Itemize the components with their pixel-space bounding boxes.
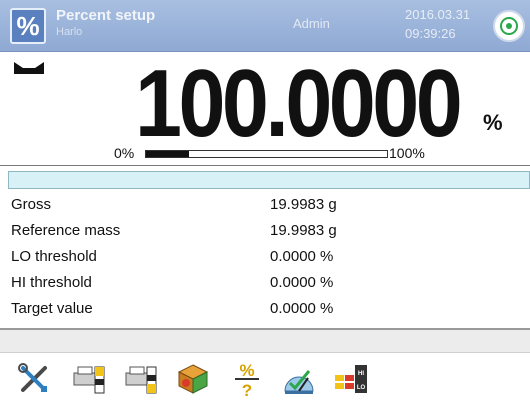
bargraph-max-label: 100% [389, 145, 425, 161]
date-display: 2016.03.31 [405, 7, 471, 22]
thresholds-button[interactable]: HI LO [331, 359, 371, 399]
info-label: Gross [11, 196, 52, 213]
bargraph-min-label: 0% [114, 145, 135, 161]
weighing-display[interactable]: 100.0000 % 0% 100% [0, 52, 530, 166]
info-label: HI threshold [11, 274, 92, 291]
status-dot-icon [506, 23, 512, 29]
status-indicator-button[interactable] [493, 10, 525, 42]
percent-mode-icon[interactable]: % [10, 8, 46, 44]
quick-access-toolbar: % ? HI LO [0, 352, 530, 401]
info-fields-panel: Gross 19.9983 g Reference mass 19.9983 g… [0, 193, 530, 328]
logged-user[interactable]: Admin [293, 16, 330, 31]
reading-unit: % [483, 110, 503, 135]
header-bar: % Percent setup Harlo Admin 2016.03.31 0… [0, 0, 530, 52]
thresholds-hi-lo-icon: HI LO [335, 365, 367, 393]
products-database-icon [177, 364, 209, 394]
adjustment-button[interactable] [279, 359, 319, 399]
info-value: 19.9983 g [270, 196, 337, 213]
info-label: Target value [11, 300, 93, 317]
info-value: 0.0000 % [270, 300, 334, 317]
percent-bargraph-fill [146, 151, 190, 157]
percent-bargraph [145, 150, 388, 158]
time-display: 09:39:26 [405, 26, 456, 41]
svg-text:?: ? [242, 381, 252, 399]
info-row-gross: Gross 19.9983 g [0, 193, 530, 219]
mode-subtitle: Harlo [56, 26, 83, 38]
info-value: 19.9983 g [270, 222, 337, 239]
info-label: LO threshold [11, 248, 97, 265]
status-ring-icon [500, 17, 518, 35]
settings-tools-button[interactable] [14, 359, 54, 399]
reference-mass-percent-icon: % ? [235, 361, 259, 399]
settings-tools-icon [18, 363, 47, 392]
info-label: Reference mass [11, 222, 121, 239]
printer-header-icon [73, 366, 105, 394]
info-row-reference-mass: Reference mass 19.9983 g [0, 219, 530, 245]
footer-printout-button[interactable] [120, 359, 160, 399]
svg-text:%: % [239, 361, 254, 380]
info-value: 0.0000 % [270, 248, 334, 265]
products-database-button[interactable] [173, 359, 213, 399]
info-row-lo-threshold: LO threshold 0.0000 % [0, 245, 530, 271]
mode-title: Percent setup [56, 7, 156, 24]
adjustment-icon [284, 370, 314, 394]
info-row-hi-threshold: HI threshold 0.0000 % [0, 271, 530, 297]
status-strip [0, 330, 530, 352]
info-value: 0.0000 % [270, 274, 334, 291]
stability-marker-icon [14, 62, 44, 74]
reference-mass-button[interactable]: % ? [227, 359, 267, 399]
svg-text:LO: LO [357, 385, 366, 391]
info-bar [8, 171, 530, 189]
header-printout-button[interactable] [68, 359, 108, 399]
info-row-target-value: Target value 0.0000 % [0, 297, 530, 323]
main-reading: 100.0000 [135, 50, 463, 157]
printer-footer-icon [125, 366, 157, 394]
svg-text:HI: HI [358, 371, 364, 377]
